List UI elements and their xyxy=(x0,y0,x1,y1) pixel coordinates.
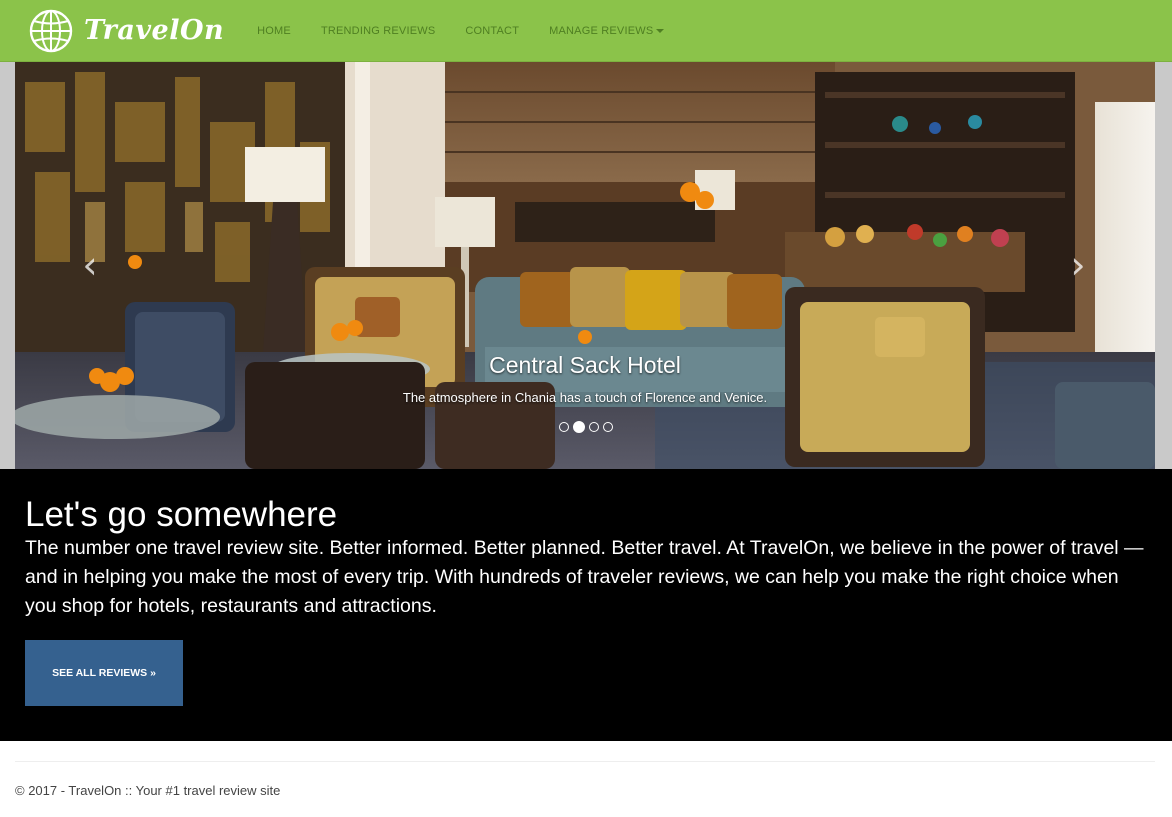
brand-link[interactable]: TravelOn xyxy=(28,8,224,54)
hero-title: Let's go somewhere xyxy=(25,495,338,534)
chevron-right-icon: › xyxy=(1070,243,1086,287)
brand-name: TravelOn xyxy=(84,15,225,46)
footer-text: © 2017 - TravelOn :: Your #1 travel revi… xyxy=(15,783,281,798)
nav-home[interactable]: HOME xyxy=(242,25,306,37)
footer-divider xyxy=(15,761,1155,762)
hero-description: The number one travel review site. Bette… xyxy=(25,537,1144,617)
caret-down-icon xyxy=(656,28,665,33)
chevron-left-icon: ‹ xyxy=(82,243,98,287)
nav-manage-reviews[interactable]: MANAGE REVIEWS xyxy=(534,25,679,37)
carousel-indicator-1[interactable] xyxy=(559,422,569,432)
globe-icon xyxy=(29,9,73,52)
hotel-carousel: ‹ › Central Sack Hotel The atmosphere in… xyxy=(0,62,1172,469)
navbar: TravelOn HOME TRENDING REVIEWS CONTACT M… xyxy=(0,0,1172,62)
see-all-reviews-button[interactable]: SEE ALL REVIEWS » xyxy=(25,640,183,706)
nav-contact[interactable]: CONTACT xyxy=(450,25,534,37)
carousel-slide-image xyxy=(15,62,1155,469)
carousel-caption-title: Central Sack Hotel xyxy=(489,352,681,378)
carousel-indicators xyxy=(0,421,1172,433)
carousel-caption-text: The atmosphere in Chania has a touch of … xyxy=(402,390,768,405)
hero-jumbotron: Let's go somewhere The number one travel… xyxy=(0,469,1172,741)
carousel-indicator-4[interactable] xyxy=(603,422,613,432)
nav-trending-reviews[interactable]: TRENDING REVIEWS xyxy=(306,25,450,37)
carousel-indicator-3[interactable] xyxy=(589,422,599,432)
carousel-indicator-2[interactable] xyxy=(573,421,585,433)
nav-manage-reviews-label: MANAGE REVIEWS xyxy=(549,24,654,37)
carousel-next-button[interactable]: › xyxy=(1058,242,1098,288)
carousel-prev-button[interactable]: ‹ xyxy=(70,242,110,288)
